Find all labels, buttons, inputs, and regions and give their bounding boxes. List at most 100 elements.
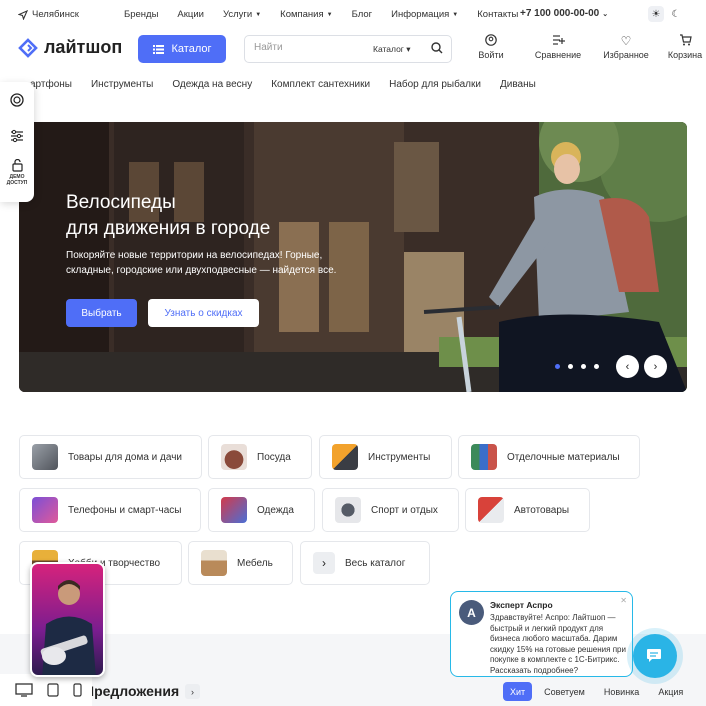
chevron-right-icon: › [313,552,335,574]
section-more-button[interactable]: › [185,684,200,699]
category-tile-auto[interactable]: Автотовары [465,488,590,532]
city-label: Челябинск [32,9,79,20]
choose-button[interactable]: Выбрать [66,299,137,327]
settings-button[interactable] [0,118,34,154]
quick-nav-item-fishing[interactable]: Набор для рыбалки [389,79,481,90]
user-icon [460,34,522,48]
category-tile-dishes[interactable]: Посуда [208,435,312,479]
expert-avatar: A [459,600,484,625]
search-scope-select[interactable]: Каталог ▾ [373,44,411,55]
category-tile-finishing[interactable]: Отделочные материалы [458,435,640,479]
tab-new[interactable]: Новинка [597,682,646,701]
heart-icon: ♡ [620,34,632,48]
slider-dots [555,364,599,369]
clothes-icon [221,497,247,523]
side-panel: ДЕМО ДОСТУП [0,82,34,202]
chat-open-button[interactable] [633,634,677,678]
category-tile-tools[interactable]: Инструменты [319,435,452,479]
slider-dot[interactable] [594,364,599,369]
top-nav: Бренды Акции Услуги ▼ Компания ▼ Блог Инфо… [124,9,518,20]
home-goods-icon [32,444,58,470]
logo-icon [18,37,38,58]
category-tile-furniture[interactable]: Мебель [188,541,293,585]
currency-button[interactable] [0,82,34,118]
hero-banner[interactable]: Велосипеды для движения в городе Покоряй… [19,122,687,392]
moon-icon[interactable]: ☾ [668,6,684,22]
category-tile-all[interactable]: › Весь каталог [300,541,430,585]
header-actions: Войти Сравнение ♡ Избранное Корзина [460,34,706,60]
search-icon[interactable] [431,42,443,57]
quick-nav-item-spring-clothes[interactable]: Одежда на весну [172,79,252,90]
logo-text: лайтшоп [44,37,123,57]
city-selector[interactable]: Челябинск [18,9,79,20]
close-icon[interactable]: ✕ [620,596,627,605]
top-nav-item-company[interactable]: Компания ▼ [280,9,332,20]
slider-dot[interactable] [568,364,573,369]
tablet-icon[interactable] [47,683,59,697]
header: лайтшоп Каталог Каталог ▾ Войти Сравнени… [0,28,706,70]
smartphone-icon [32,497,58,523]
coin-icon [10,93,24,107]
category-tile-home[interactable]: Товары для дома и дачи [19,435,202,479]
search-input[interactable] [254,42,364,53]
discounts-button[interactable]: Узнать о скидках [148,299,259,327]
quick-nav-item-phones[interactable]: артфоны [30,79,72,90]
banner-text: Покоряйте новые территории на велосипеда… [66,250,337,276]
video-presenter-image [40,580,96,675]
car-care-icon [478,497,504,523]
phone-number[interactable]: +7 100 000-00-00 ⌄ [520,8,608,19]
favorites-button[interactable]: ♡ Избранное [594,34,658,60]
category-tile-clothes[interactable]: Одежда [208,488,315,532]
furniture-icon [201,550,227,576]
top-nav-item-brands[interactable]: Бренды [124,9,158,20]
desktop-icon[interactable] [15,683,33,697]
compare-button[interactable]: Сравнение [522,34,594,60]
login-button[interactable]: Войти [460,34,522,60]
section-title: Предложения [84,683,180,699]
video-widget[interactable] [30,562,105,677]
device-preview-switcher [0,674,92,706]
cart-button[interactable]: Корзина [658,34,706,60]
lock-key-icon [11,158,23,172]
sliders-icon [11,129,23,143]
mobile-icon[interactable] [73,683,82,697]
top-nav-item-blog[interactable]: Блог [352,9,373,20]
sun-icon[interactable]: ☀ [648,6,664,22]
top-nav-item-contacts[interactable]: Контакты [477,9,518,20]
top-bar: Челябинск Бренды Акции Услуги ▼ Компания ▼… [0,0,706,28]
slider-dot[interactable] [581,364,586,369]
top-nav-item-sales[interactable]: Акции [177,9,204,20]
caret-down-icon: ▼ [255,11,262,18]
chat-bubble-icon [647,649,661,662]
tab-sale[interactable]: Акция [651,682,690,701]
top-nav-item-info[interactable]: Информация ▼ [391,9,458,20]
theme-switcher: ☀ ☾ [648,6,684,22]
caret-down-icon: ▼ [326,11,333,18]
compare-icon [522,34,594,48]
chat-popup[interactable]: A Эксперт Аспро Здравствуйте! Аспро: Лай… [450,591,633,677]
slider-dot[interactable] [555,364,560,369]
banner-title: Велосипеды для движения в городе [66,192,271,239]
logo[interactable]: лайтшоп [18,37,122,58]
chevron-right-icon: › [653,360,658,373]
quick-nav-item-tools[interactable]: Инструменты [91,79,153,90]
paint-cans-icon [471,444,497,470]
tab-hit[interactable]: Хит [503,682,533,701]
top-nav-item-services[interactable]: Услуги ▼ [223,9,261,20]
catalog-button[interactable]: Каталог [138,35,226,63]
category-tile-sport[interactable]: Спорт и отдых [322,488,459,532]
cookware-icon [221,444,247,470]
chat-message: Здравствуйте! Аспро: Лайтшоп — быстрый и… [490,613,626,675]
chevron-right-icon: › [191,686,194,697]
demo-access-button[interactable]: ДЕМО ДОСТУП [0,154,34,190]
quick-nav-item-sofas[interactable]: Диваны [500,79,536,90]
category-tile-phones[interactable]: Телефоны и смарт-часы [19,488,201,532]
tab-recommend[interactable]: Советуем [537,682,592,701]
caret-down-icon: ▼ [452,11,459,18]
menu-list-icon [152,44,164,54]
quick-nav-item-plumbing[interactable]: Комплект сантехники [271,79,370,90]
search-box: Каталог ▾ [244,35,452,63]
category-quick-nav: артфоны Инструменты Одежда на весну Комп… [0,70,706,100]
slider-next-button[interactable]: › [644,355,667,378]
slider-prev-button[interactable]: ‹ [616,355,639,378]
